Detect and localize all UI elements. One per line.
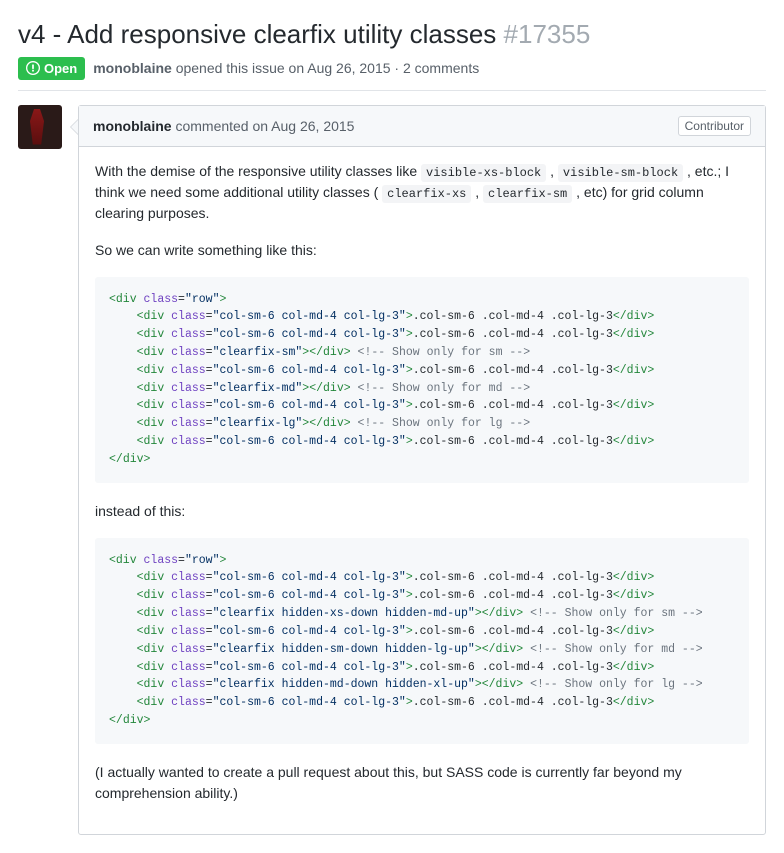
paragraph: instead of this: — [95, 501, 749, 522]
issue-title-text: v4 - Add responsive clearfix utility cla… — [18, 19, 496, 49]
code-block: <div class="row"> <div class="col-sm-6 c… — [95, 538, 749, 744]
issue-title: v4 - Add responsive clearfix utility cla… — [18, 18, 766, 51]
paragraph: With the demise of the responsive utilit… — [95, 161, 749, 224]
state-label: Open — [44, 61, 77, 76]
comment-arrow-icon — [70, 119, 78, 135]
issue-open-icon — [26, 61, 40, 75]
comment-header: monoblaine commented on Aug 26, 2015 Con… — [79, 106, 765, 147]
comment-box: monoblaine commented on Aug 26, 2015 Con… — [78, 105, 766, 835]
issue-meta-text: opened this issue on Aug 26, 2015 · 2 co… — [176, 60, 480, 76]
state-badge: Open — [18, 57, 85, 80]
paragraph: (I actually wanted to create a pull requ… — [95, 762, 749, 804]
issue-number: #17355 — [504, 19, 591, 49]
paragraph: So we can write something like this: — [95, 240, 749, 261]
inline-code: visible-xs-block — [421, 164, 546, 182]
comment-author-link[interactable]: monoblaine — [93, 118, 172, 134]
issue-author-link[interactable]: monoblaine — [93, 60, 172, 76]
inline-code: visible-sm-block — [558, 164, 683, 182]
timeline: monoblaine commented on Aug 26, 2015 Con… — [18, 105, 766, 835]
avatar[interactable] — [18, 105, 62, 149]
comment-body: With the demise of the responsive utilit… — [79, 147, 765, 834]
issue-header: v4 - Add responsive clearfix utility cla… — [18, 18, 766, 91]
comment-action: commented on Aug 26, 2015 — [175, 118, 354, 134]
comment-container: monoblaine commented on Aug 26, 2015 Con… — [78, 105, 766, 835]
contributor-badge: Contributor — [678, 116, 751, 136]
issue-meta: Open monoblaine opened this issue on Aug… — [18, 57, 766, 80]
inline-code: clearfix-xs — [382, 185, 471, 203]
inline-code: clearfix-sm — [483, 185, 572, 203]
code-block: <div class="row"> <div class="col-sm-6 c… — [95, 277, 749, 483]
